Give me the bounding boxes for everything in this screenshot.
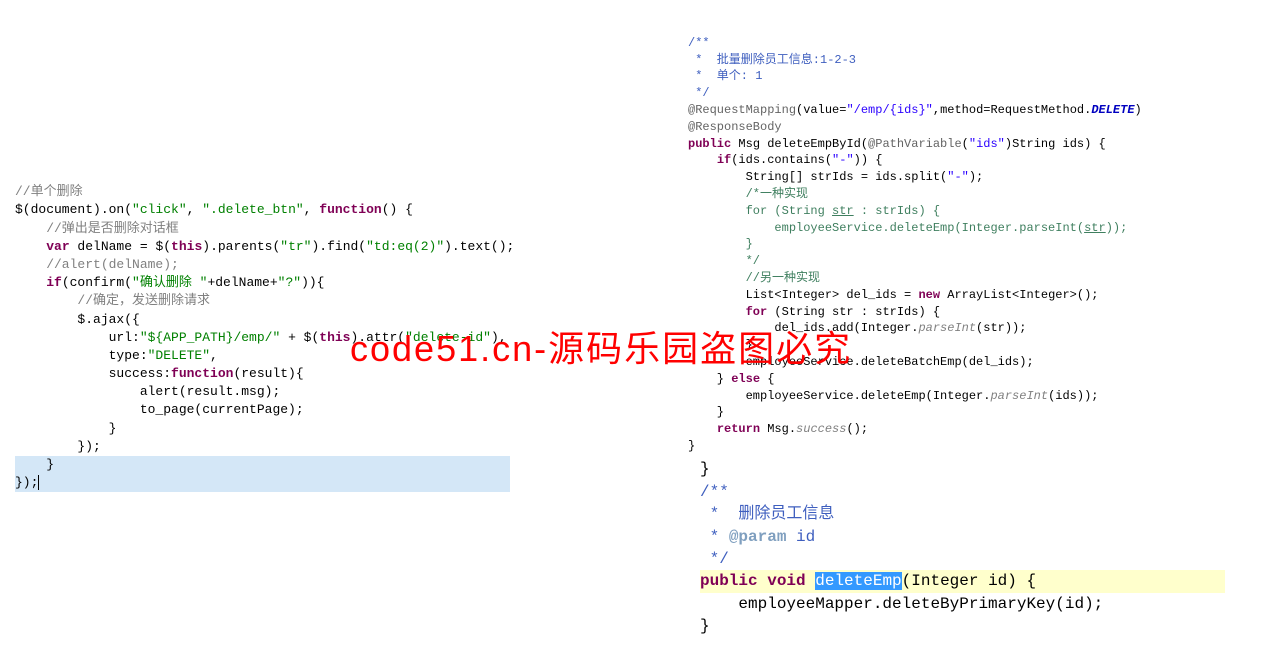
javadoc: /** bbox=[700, 483, 729, 501]
code-line: $(document).on("click", ".delete_btn", f… bbox=[15, 202, 413, 217]
comment: for (String str : strIds) { bbox=[688, 204, 940, 218]
code-line: } else { bbox=[688, 372, 774, 386]
code-line: to_page(currentPage); bbox=[15, 402, 304, 417]
code-line: @RequestMapping(value="/emp/{ids}",metho… bbox=[688, 103, 1142, 117]
comment: } bbox=[688, 237, 753, 251]
code-line: employeeService.deleteEmp(Integer.parseI… bbox=[688, 389, 1098, 403]
text-cursor bbox=[38, 475, 39, 490]
javadoc: /** bbox=[688, 36, 710, 50]
annotation: @ResponseBody bbox=[688, 120, 782, 134]
comment: /*一种实现 bbox=[688, 187, 808, 201]
javadoc: */ bbox=[688, 86, 710, 100]
code-line: return Msg.success(); bbox=[688, 422, 868, 436]
code-block-java-controller: /** * 批量删除员工信息:1-2-3 * 单个: 1 */ @Request… bbox=[688, 18, 1142, 455]
code-block-java-service: } /** * 删除员工信息 * @param id */ public voi… bbox=[700, 436, 1225, 638]
comment: //另一种实现 bbox=[688, 271, 820, 285]
comment: employeeService.deleteEmp(Integer.parseI… bbox=[688, 221, 1127, 235]
code-line: if(ids.contains("-")) { bbox=[688, 153, 882, 167]
code-line: String[] strIds = ids.split("-"); bbox=[688, 170, 983, 184]
code-line: success:function(result){ bbox=[15, 366, 304, 381]
comment: //确定，发送删除请求 bbox=[15, 293, 210, 308]
code-line: } bbox=[700, 617, 710, 635]
code-line: alert(result.msg); bbox=[15, 384, 280, 399]
watermark-text: code51.cn-源码乐园盗图必究 bbox=[350, 320, 852, 372]
method-signature-line: public void deleteEmp(Integer id) { bbox=[700, 572, 1225, 590]
code-line: employeeMapper.deleteByPrimaryKey(id); bbox=[700, 595, 1103, 613]
code-line: } bbox=[15, 421, 116, 436]
code-line: type:"DELETE", bbox=[15, 348, 218, 363]
comment: //单个删除 bbox=[15, 184, 83, 199]
javadoc: * 批量删除员工信息:1-2-3 bbox=[688, 53, 856, 67]
code-line: var delName = $(this).parents("tr").find… bbox=[15, 239, 514, 254]
code-line: } bbox=[688, 439, 695, 453]
code-line: }); bbox=[15, 439, 101, 454]
javadoc: * 删除员工信息 bbox=[700, 505, 834, 523]
code-line: } bbox=[700, 460, 710, 478]
highlighted-line: } bbox=[15, 456, 510, 474]
comment: */ bbox=[688, 254, 760, 268]
code-line: $.ajax({ bbox=[15, 312, 140, 327]
javadoc: */ bbox=[700, 550, 729, 568]
comment: //alert(delName); bbox=[15, 257, 179, 272]
javadoc: * @param id bbox=[700, 528, 815, 546]
code-line: for (String str : strIds) { bbox=[688, 305, 940, 319]
code-line: if(confirm("确认删除 "+delName+"?")){ bbox=[15, 275, 324, 290]
highlighted-line: }); bbox=[15, 474, 510, 492]
javadoc: * 单个: 1 bbox=[688, 69, 762, 83]
code-line: } bbox=[688, 405, 724, 419]
code-line: public Msg deleteEmpById(@PathVariable("… bbox=[688, 137, 1106, 151]
code-line: List<Integer> del_ids = new ArrayList<In… bbox=[688, 288, 1098, 302]
comment: //弹出是否删除对话框 bbox=[15, 221, 179, 236]
selected-text[interactable]: deleteEmp bbox=[815, 572, 901, 590]
